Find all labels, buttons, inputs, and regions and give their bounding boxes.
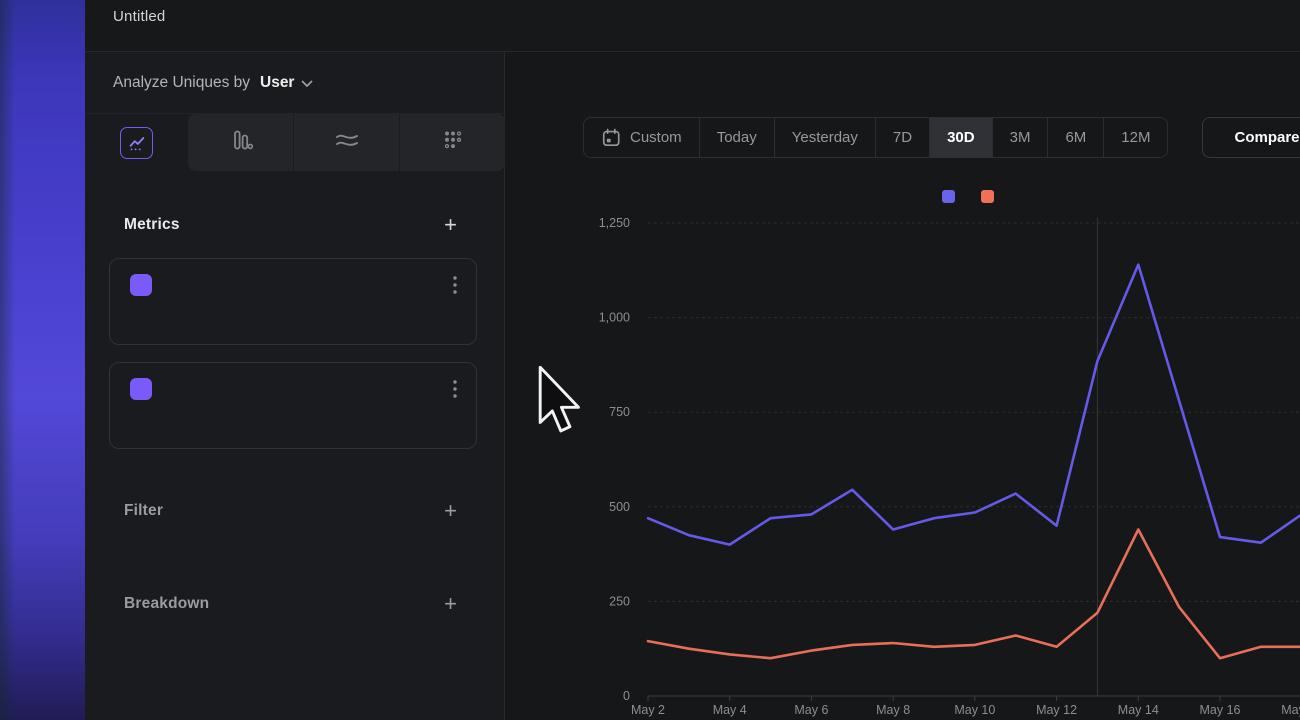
chart-type-tabs (85, 113, 504, 170)
background-gradient-strip (0, 0, 85, 720)
series-line-b[interactable] (648, 530, 1300, 659)
metric-options-button[interactable] (452, 379, 458, 402)
x-axis-label: May 12 (1036, 703, 1077, 717)
y-axis-label: 0 (623, 689, 630, 703)
screenshot-stage: Untitled Analyze Uniques by User Metrics (0, 0, 1300, 720)
retention-grid-icon (442, 129, 464, 156)
chevron-down-icon (301, 80, 313, 88)
breakdown-section-header: Breakdown + (85, 593, 504, 615)
x-axis-label: May 2 (631, 703, 665, 717)
line-chart-icon (120, 127, 153, 159)
analyze-label: Analyze Uniques by (113, 74, 250, 92)
metric-options-button[interactable] (452, 275, 458, 298)
x-axis-label: May 14 (1118, 703, 1159, 717)
bar-chart-icon (229, 128, 253, 157)
sidebar: Analyze Uniques by User Metrics + Fil (85, 52, 505, 720)
analyze-entity-value: User (260, 74, 294, 92)
tab-flow[interactable] (293, 114, 399, 171)
flow-icon (334, 129, 360, 156)
add-metric-button[interactable]: + (444, 214, 457, 236)
y-axis-label: 500 (609, 500, 630, 514)
add-filter-button[interactable]: + (444, 500, 457, 522)
tab-retention-grid[interactable] (399, 114, 505, 171)
analyze-row: Analyze Uniques by User (85, 52, 504, 113)
x-axis-label: May 18 (1281, 703, 1300, 717)
report-title[interactable]: Untitled (113, 8, 165, 25)
x-axis-label: May 16 (1199, 703, 1240, 717)
line-chart[interactable]: 0 250 500 750 1,000 1,250 May 2 May 4 May 6 May 8… (505, 52, 1300, 720)
tab-bar-chart[interactable] (188, 114, 293, 171)
metric-card-b[interactable] (109, 362, 477, 449)
metric-card-a[interactable] (109, 258, 477, 345)
metrics-section-header: Metrics + (85, 214, 504, 236)
metrics-title: Metrics (124, 216, 180, 234)
tab-insights-line[interactable] (85, 114, 188, 171)
tab-group (188, 114, 505, 171)
breakdown-title: Breakdown (124, 595, 209, 613)
filter-section-header: Filter + (85, 500, 504, 522)
metric-letter-badge (130, 274, 152, 296)
app-window: Untitled Analyze Uniques by User Metrics (85, 0, 1300, 720)
x-axis-label: May 4 (713, 703, 747, 717)
chart-panel: CustomTodayYesterday7D30D3M6M12M Compare… (505, 52, 1300, 720)
analyze-entity-dropdown[interactable]: User (260, 74, 313, 92)
add-breakdown-button[interactable]: + (444, 593, 457, 615)
x-axis-label: May 10 (954, 703, 995, 717)
y-axis-label: 1,250 (599, 216, 630, 230)
metric-list (85, 258, 504, 449)
app-header: Untitled (85, 0, 1300, 52)
y-axis-label: 250 (609, 594, 630, 608)
y-axis-label: 750 (609, 405, 630, 419)
x-axis-label: May 6 (794, 703, 828, 717)
metric-letter-badge (130, 378, 152, 400)
filter-title: Filter (124, 502, 163, 520)
series-line-a[interactable] (648, 265, 1300, 545)
y-axis-label: 1,000 (599, 311, 630, 325)
x-axis-label: May 8 (876, 703, 910, 717)
